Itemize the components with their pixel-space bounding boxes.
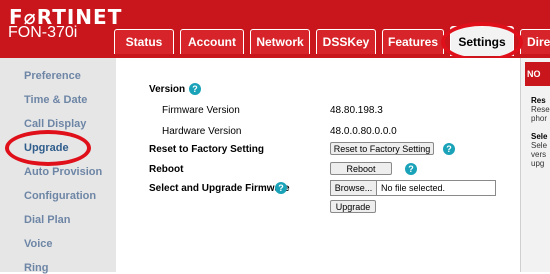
file-status-text: No file selected. xyxy=(381,183,446,193)
help-line: Sele xyxy=(531,132,548,141)
tab-dsskey[interactable]: DSSKey xyxy=(316,29,376,54)
firmware-file-input[interactable]: Browse... No file selected. xyxy=(330,180,496,196)
browse-button[interactable]: Browse... xyxy=(331,181,377,195)
tab-features[interactable]: Features xyxy=(382,29,444,54)
reboot-label: Reboot xyxy=(149,164,184,175)
version-help-icon[interactable]: ? xyxy=(189,83,201,95)
sidebar-item-auto-provision[interactable]: Auto Provision xyxy=(24,166,102,178)
sidebar-item-dial-plan[interactable]: Dial Plan xyxy=(24,214,70,226)
hardware-version-value: 48.0.0.80.0.0.0 xyxy=(330,126,397,137)
help-line: Res xyxy=(531,96,546,105)
sidebar-item-configuration[interactable]: Configuration xyxy=(24,190,96,202)
select-upgrade-help-icon[interactable]: ? xyxy=(275,182,287,194)
phone-model: FON-370i xyxy=(8,24,78,41)
hardware-version-label: Hardware Version xyxy=(162,126,242,137)
tab-status[interactable]: Status xyxy=(114,29,174,54)
sidebar-item-time-date[interactable]: Time & Date xyxy=(24,94,87,106)
version-heading: Version xyxy=(149,84,186,95)
tab-settings[interactable]: Settings xyxy=(450,26,514,56)
top-header: F⌀RTINET FON-370i Status Account Network… xyxy=(0,0,550,58)
help-line: vers xyxy=(531,150,547,159)
tab-directory[interactable]: Dire xyxy=(520,29,550,54)
tab-network[interactable]: Network xyxy=(250,29,310,54)
reset-help-icon[interactable]: ? xyxy=(443,143,455,155)
help-line: upg xyxy=(531,159,545,168)
reset-factory-label: Reset to Factory Setting xyxy=(149,144,265,155)
reboot-help-icon[interactable]: ? xyxy=(405,163,417,175)
sidebar-item-upgrade[interactable]: Upgrade xyxy=(24,142,69,154)
sidebar-item-call-display[interactable]: Call Display xyxy=(24,118,86,130)
reboot-button[interactable]: Reboot xyxy=(330,162,392,175)
sidebar-item-voice[interactable]: Voice xyxy=(24,238,53,250)
select-upgrade-label: Select and Upgrade Firmware xyxy=(149,183,290,194)
tab-account[interactable]: Account xyxy=(180,29,244,54)
notes-header: NO xyxy=(525,62,550,86)
help-line: Sele xyxy=(531,141,548,150)
help-line: Rese xyxy=(531,105,550,114)
sidebar: Preference Time & Date Call Display Upgr… xyxy=(0,58,116,274)
upgrade-panel: Version ? Firmware Version 48.80.198.3 H… xyxy=(116,58,520,272)
reset-factory-button[interactable]: Reset to Factory Setting xyxy=(330,142,434,155)
firmware-version-label: Firmware Version xyxy=(162,105,240,116)
sidebar-item-preference[interactable]: Preference xyxy=(24,70,81,82)
sidebar-item-ring[interactable]: Ring xyxy=(24,262,48,274)
firmware-version-value: 48.80.198.3 xyxy=(330,105,383,116)
help-line: phor xyxy=(531,114,548,123)
help-side-panel: NO Res Rese phor Sele Sele vers upg xyxy=(520,58,550,272)
upgrade-button[interactable]: Upgrade xyxy=(330,200,376,213)
